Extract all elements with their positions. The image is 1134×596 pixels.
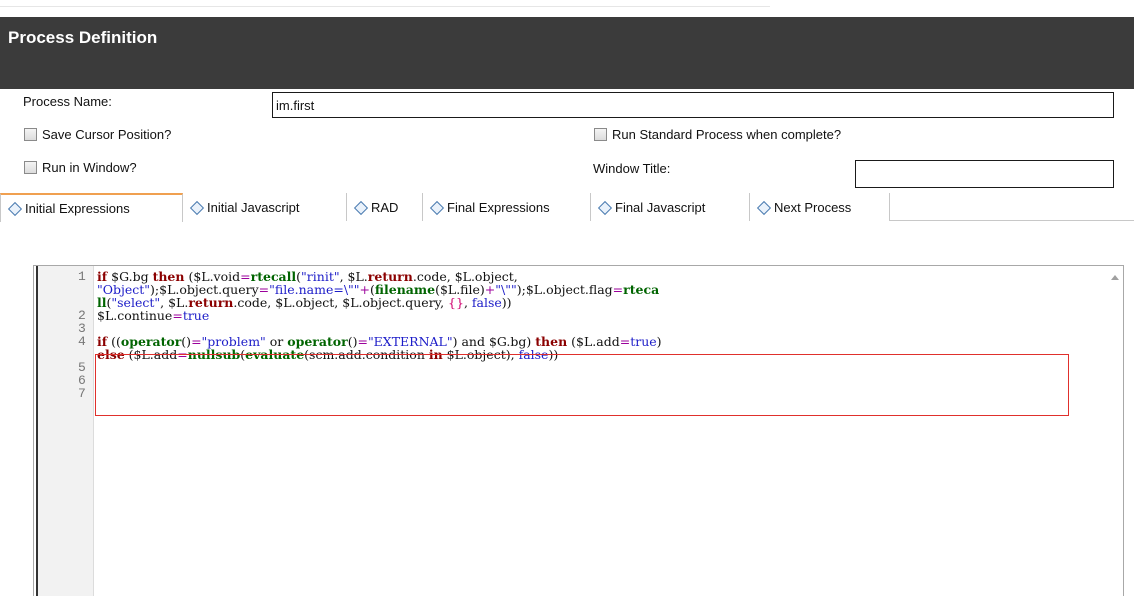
run-in-window-checkbox[interactable] [24,161,37,174]
line-numbers: 1 2 3 4 5 6 7 [78,270,86,400]
editor-left-border [36,266,38,596]
tab-label: Final Expressions [447,199,550,215]
code-editor[interactable]: 1 2 3 4 5 6 7 if $G.bg then ($L.void=rte… [33,265,1124,596]
tab-initial-javascript[interactable]: Initial Javascript [183,193,347,221]
tab-final-javascript[interactable]: Final Javascript [591,193,750,221]
top-divider [0,6,770,7]
diamond-icon [191,202,202,213]
window-title-input[interactable] [855,160,1114,188]
header-bar [0,17,1134,89]
highlight-box [95,354,1069,416]
code-line: $L.continue=true [97,308,210,323]
tab-initial-expressions[interactable]: Initial Expressions [0,193,183,222]
run-in-window-row[interactable]: Run in Window? [24,160,137,175]
tab-strip: Initial Expressions Initial Javascript R… [0,193,1134,222]
save-cursor-checkbox[interactable] [24,128,37,141]
run-standard-label: Run Standard Process when complete? [612,127,842,142]
process-name-input[interactable]: im.first [272,92,1114,118]
tab-label: Final Javascript [615,199,706,215]
run-in-window-label: Run in Window? [42,160,137,175]
tab-rad[interactable]: RAD [347,193,423,221]
tab-next-process[interactable]: Next Process [750,193,890,221]
scroll-up-arrow-icon[interactable] [1110,274,1120,282]
gutter-separator [93,266,94,596]
diamond-icon [758,202,769,213]
tab-label: RAD [371,199,399,215]
tab-label: Initial Javascript [207,199,300,215]
save-cursor-label: Save Cursor Position? [42,127,172,142]
diamond-icon [355,202,366,213]
code-text[interactable]: if $G.bg then ($L.void=rtecall("rinit", … [97,270,662,361]
run-standard-row[interactable]: Run Standard Process when complete? [594,127,841,142]
line-number: 1 [78,269,86,284]
diamond-icon [599,202,610,213]
window-title-label: Window Title: [593,161,671,176]
diamond-icon [9,203,20,214]
run-standard-checkbox[interactable] [594,128,607,141]
save-cursor-row[interactable]: Save Cursor Position? [24,127,171,142]
line-number: 4 [78,334,86,349]
page-title: Process Definition [8,28,158,47]
tab-final-expressions[interactable]: Final Expressions [423,193,591,221]
diamond-icon [431,202,442,213]
line-number: 7 [78,386,86,401]
process-name-label: Process Name: [23,94,112,109]
tab-label: Next Process [774,199,852,215]
tab-label: Initial Expressions [25,201,130,216]
